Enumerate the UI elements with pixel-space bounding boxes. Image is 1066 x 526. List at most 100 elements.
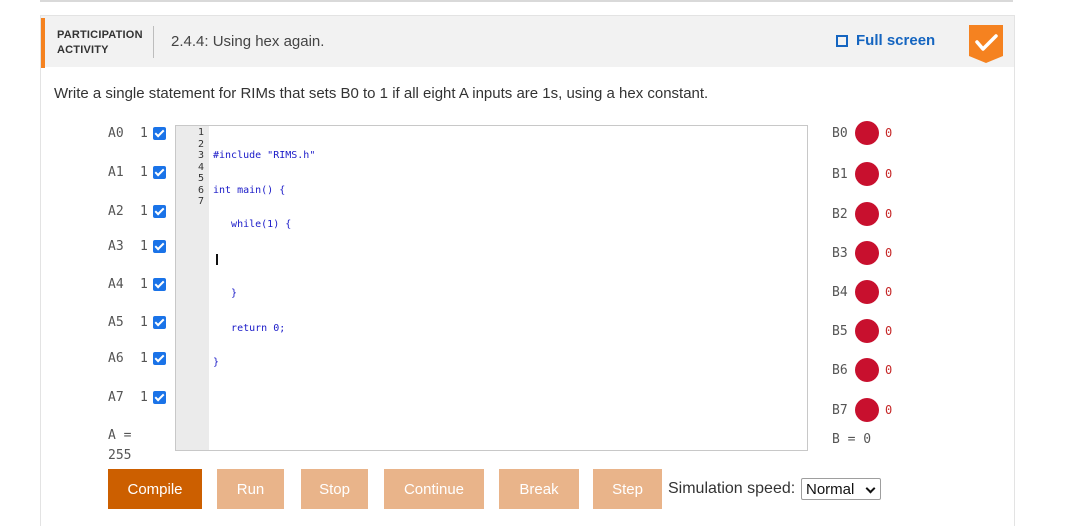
led-indicator (855, 358, 879, 382)
input-name: A2 (108, 203, 124, 219)
output-name: B1 (832, 166, 848, 182)
participation-activity-label: PARTICIPATION ACTIVITY (57, 28, 143, 58)
activity-title: 2.4.4: Using hex again. (171, 33, 325, 50)
top-divider (40, 0, 1013, 2)
code-line-1: #include "RIMS.h" (213, 150, 316, 161)
output-value: 0 (885, 207, 893, 221)
led-indicator (855, 202, 879, 226)
input-value: 1 (140, 203, 148, 219)
output-row-b1: B1 0 (832, 162, 892, 186)
output-row-b2: B2 0 (832, 202, 892, 226)
compile-button[interactable]: Compile (108, 469, 202, 509)
output-value: 0 (885, 363, 893, 377)
input-a6-checkbox[interactable] (153, 351, 166, 365)
line-number: 6 (197, 184, 204, 196)
input-a3-checkbox[interactable] (153, 239, 166, 253)
continue-button[interactable]: Continue (384, 469, 484, 509)
input-value: 1 (140, 314, 148, 330)
output-name: B7 (832, 402, 848, 418)
input-name: A7 (108, 389, 124, 405)
input-name: A6 (108, 350, 124, 366)
input-row-a4: A4 1 (108, 275, 166, 293)
input-a7-checkbox[interactable] (153, 390, 166, 404)
input-a4-checkbox[interactable] (153, 277, 166, 291)
output-value: 0 (885, 246, 893, 260)
input-row-a6: A6 1 (108, 349, 166, 367)
input-value: 1 (140, 276, 148, 292)
output-row-b3: B3 0 (832, 241, 892, 265)
step-button[interactable]: Step (593, 469, 662, 509)
line-number: 5 (197, 173, 204, 184)
input-row-a0: A0 1 (108, 124, 166, 142)
output-row-b4: B4 0 (832, 280, 892, 304)
accent-bar (41, 18, 45, 68)
input-a5-checkbox[interactable] (153, 315, 166, 329)
input-row-a5: A5 1 (108, 313, 166, 331)
input-row-a2: A2 1 (108, 202, 166, 220)
input-value: 1 (140, 238, 148, 254)
code-text[interactable]: #include "RIMS.h" int main() { while(1) … (213, 127, 315, 392)
simulation-speed-select[interactable]: Normal (801, 478, 881, 500)
input-a1-checkbox[interactable] (153, 165, 166, 179)
output-row-b7: B7 0 (832, 398, 892, 422)
output-name: B6 (832, 362, 848, 378)
a-sum-value: 255 (108, 448, 132, 463)
header-divider (153, 26, 154, 58)
input-name: A1 (108, 164, 124, 180)
code-line-7: } (213, 357, 220, 368)
code-editor[interactable]: 1 2 3 4 5 6 7 #include "RIMS.h" int main… (175, 125, 808, 451)
line-number: 7 (197, 196, 204, 207)
line-number-gutter: 1 2 3 4 5 6 7 (176, 126, 209, 450)
line-number: 4 (197, 161, 204, 173)
input-name: A4 (108, 276, 124, 292)
output-name: B2 (832, 206, 848, 222)
output-name: B0 (832, 125, 848, 141)
input-value: 1 (140, 125, 148, 141)
fullscreen-icon (836, 34, 848, 47)
run-button[interactable]: Run (217, 469, 284, 509)
line-number: 1 (197, 127, 204, 138)
output-value: 0 (885, 167, 893, 181)
code-line-4 (213, 253, 315, 266)
code-line-2: int main() { (213, 184, 286, 196)
input-row-a1: A1 1 (108, 163, 166, 181)
output-value: 0 (885, 324, 893, 338)
input-a2-checkbox[interactable] (153, 204, 166, 218)
led-indicator (855, 162, 879, 186)
code-line-3: while(1) { (213, 219, 292, 230)
led-indicator (855, 241, 879, 265)
chevron-down-icon (865, 483, 876, 494)
led-indicator (855, 280, 879, 304)
activity-header: PARTICIPATION ACTIVITY 2.4.4: Using hex … (41, 16, 1014, 68)
input-value: 1 (140, 389, 148, 405)
simulation-speed-value: Normal (806, 480, 855, 498)
input-name: A0 (108, 125, 124, 141)
output-row-b6: B6 0 (832, 358, 892, 382)
input-row-a3: A3 1 (108, 237, 166, 255)
output-value: 0 (885, 403, 893, 417)
input-value: 1 (140, 350, 148, 366)
full-screen-button[interactable]: Full screen (836, 32, 935, 49)
completed-checkmark-icon (969, 25, 1003, 63)
input-name: A3 (108, 238, 124, 254)
full-screen-label: Full screen (856, 32, 936, 49)
output-name: B5 (832, 323, 848, 339)
input-row-a7: A7 1 (108, 388, 166, 406)
output-row-b0: B0 0 (832, 121, 892, 145)
a-sum-label: A = (108, 428, 132, 443)
line-number: 3 (197, 150, 204, 161)
output-name: B4 (832, 284, 848, 300)
output-value: 0 (885, 285, 893, 299)
stop-button[interactable]: Stop (301, 469, 368, 509)
led-indicator (855, 398, 879, 422)
line-numbers: 1 2 3 4 5 6 7 (196, 127, 204, 208)
led-indicator (855, 121, 879, 145)
input-a0-checkbox[interactable] (153, 126, 166, 140)
input-name: A5 (108, 314, 124, 330)
instructions-text: Write a single statement for RIMs that s… (54, 85, 709, 102)
participation-label-line2: ACTIVITY (57, 44, 109, 56)
input-value: 1 (140, 164, 148, 180)
break-button[interactable]: Break (499, 469, 579, 509)
code-line-6: return 0; (213, 322, 286, 334)
participation-activity-card: PARTICIPATION ACTIVITY 2.4.4: Using hex … (40, 15, 1015, 526)
